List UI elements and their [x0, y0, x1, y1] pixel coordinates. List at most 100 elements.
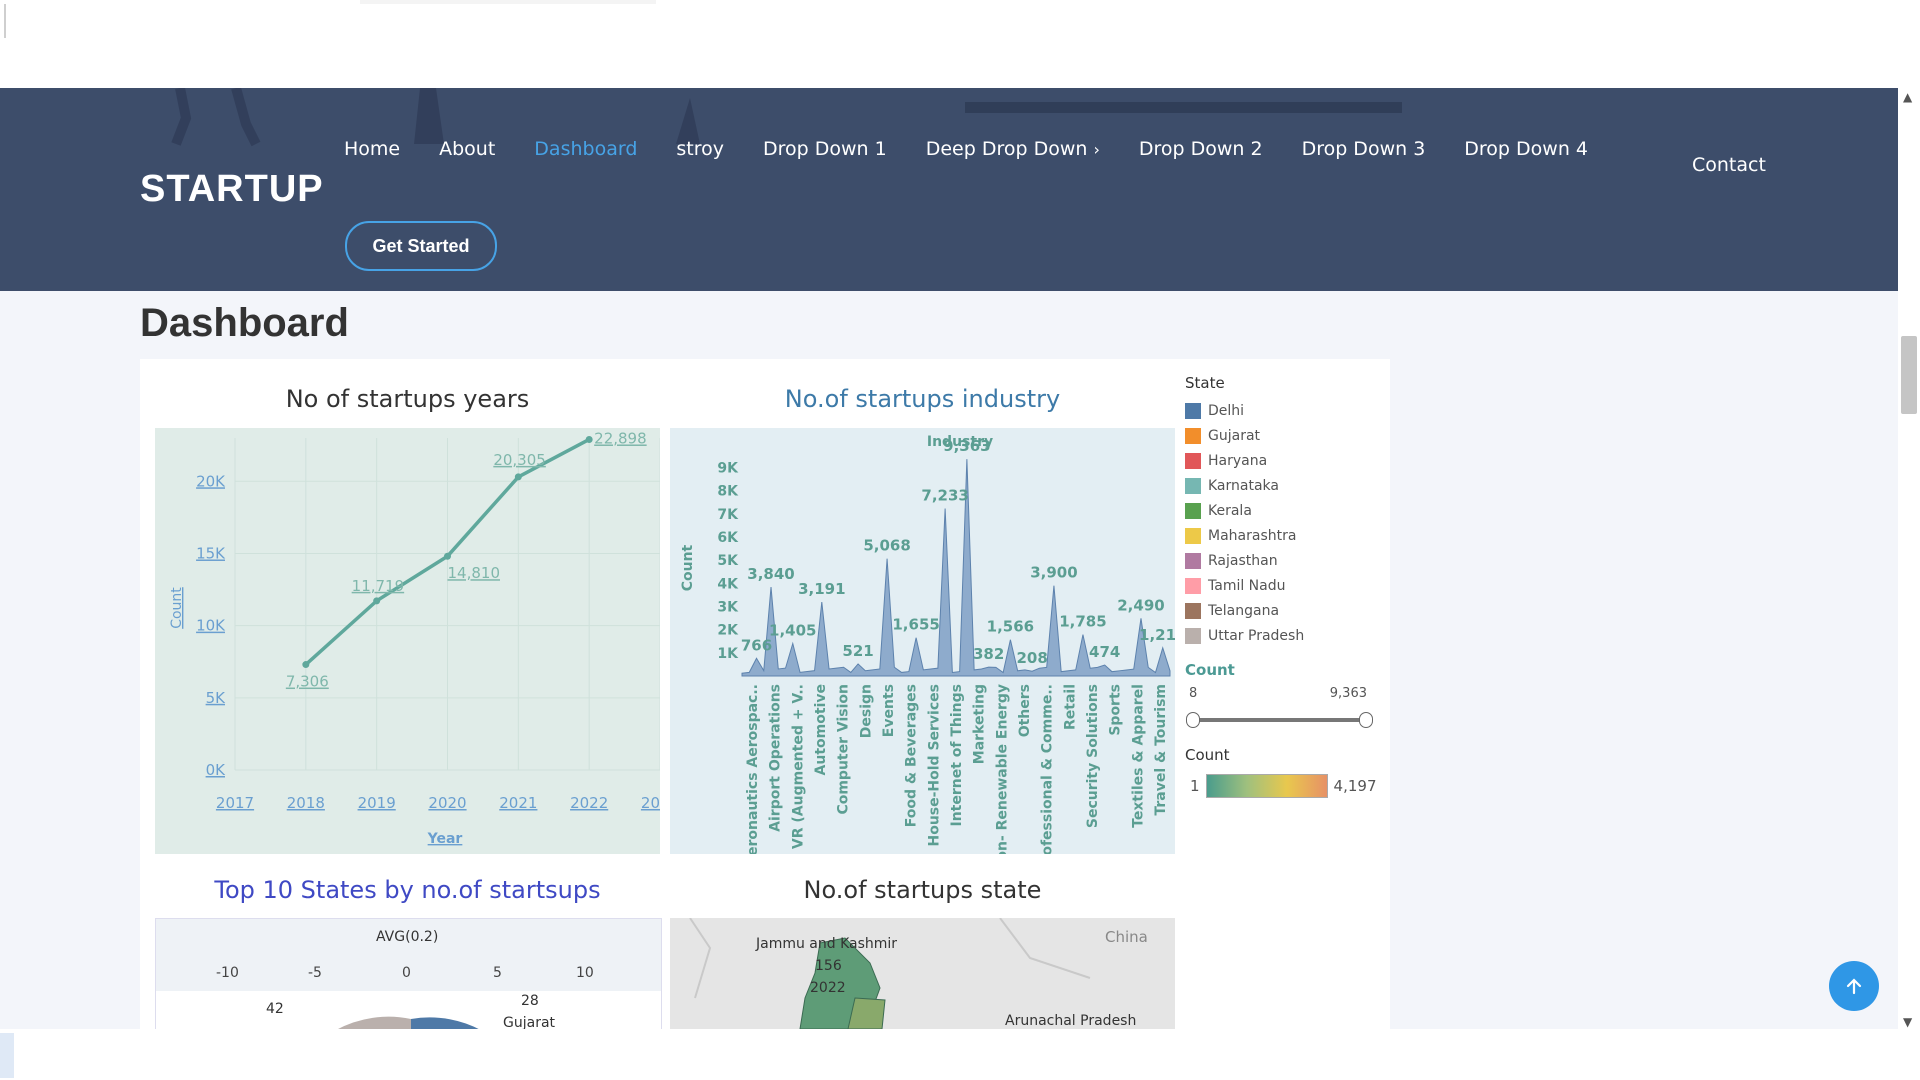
x-axis-title: Year — [427, 831, 463, 847]
x-tick-label: 2017 — [216, 794, 254, 812]
data-label: 5,068 — [863, 537, 910, 555]
nav-drop-down-2[interactable]: Drop Down 2 — [1139, 138, 1263, 160]
legend-swatch — [1185, 427, 1201, 444]
legend-item[interactable]: Gujarat — [1185, 423, 1304, 448]
data-label: 9,363 — [943, 437, 990, 455]
nav-drop-down-3[interactable]: Drop Down 3 — [1302, 138, 1426, 160]
nav-drop-down-4[interactable]: Drop Down 4 — [1464, 138, 1588, 160]
legend-item[interactable]: Rajasthan — [1185, 548, 1304, 573]
frame-edge — [4, 4, 6, 38]
legend-label: Telangana — [1208, 602, 1280, 619]
legend-item[interactable]: Maharashtra — [1185, 523, 1304, 548]
nav-deep-drop-down-label: Deep Drop Down — [925, 138, 1088, 160]
nav-stroy[interactable]: stroy — [676, 138, 724, 160]
count-range-slider[interactable]: 8 9,363 — [1185, 686, 1375, 728]
x-tick-label: 2020 — [428, 794, 466, 812]
page-scrollbar[interactable]: ▲ ▼ — [1898, 88, 1920, 1029]
x-tick-label: House-Hold Services — [926, 684, 942, 847]
industry-area-svg: IndustryCount1K2K3K4K5K6K7K8K9K7663,8401… — [680, 434, 1175, 854]
brand-logo[interactable]: STARTUP — [140, 168, 324, 211]
back-to-top-button[interactable] — [1829, 961, 1879, 1011]
legend-item[interactable]: Tamil Nadu — [1185, 573, 1304, 598]
legend-label: Gujarat — [1208, 427, 1261, 444]
scroll-up-arrow-icon[interactable]: ▲ — [1903, 90, 1912, 104]
color-scale-min: 1 — [1190, 777, 1200, 795]
data-label: 474 — [1089, 643, 1120, 661]
y-tick-label: 20K — [196, 472, 226, 490]
color-scale-max: 4,197 — [1333, 777, 1377, 795]
legend-item[interactable]: Delhi — [1185, 398, 1304, 423]
data-point — [444, 552, 451, 560]
data-label: 521 — [842, 642, 873, 660]
legend-swatch — [1185, 477, 1201, 494]
data-label: 1,655 — [892, 616, 939, 634]
legend-label: Haryana — [1208, 452, 1268, 469]
slider-max-label: 9,363 — [1329, 686, 1367, 701]
state-legend: State Delhi Gujarat Haryana Karnataka Kerala… — [1185, 374, 1304, 648]
state-map[interactable]: Jammu and Kashmir 156 2022 China Arunach… — [670, 918, 1175, 1029]
nav-contact[interactable]: Contact — [1692, 154, 1766, 176]
scroll-down-arrow-icon[interactable]: ▼ — [1903, 1015, 1912, 1029]
data-label: 1,405 — [769, 621, 816, 639]
industry-chart-title[interactable]: No.of startups industry — [670, 385, 1175, 413]
y-tick-label: 4K — [717, 576, 739, 592]
industry-area-chart[interactable]: Industry Count 1K 2K 3K 4K 5K 6K 7K 8K 9K 766 3,840 1… — [670, 428, 1175, 854]
nav-home[interactable]: Home — [344, 138, 400, 160]
legend-item[interactable]: Uttar Pradesh — [1185, 623, 1304, 648]
arrow-up-icon — [1846, 978, 1862, 995]
main-nav: Home About Dashboard stroy Drop Down 1 D… — [344, 138, 1627, 160]
x-tick-label: Computer Vision — [836, 684, 852, 815]
data-label: 766 — [741, 636, 772, 654]
top-states-title[interactable]: Top 10 States by no.of startsups — [155, 876, 660, 904]
years-chart-title: No of startups years — [285, 385, 530, 413]
legend-swatch — [1185, 577, 1201, 594]
data-label: 14,810 — [448, 564, 501, 582]
data-label: 1,785 — [1059, 613, 1106, 631]
legend-item[interactable]: Kerala — [1185, 498, 1304, 523]
x-tick-label: Others — [1017, 684, 1033, 737]
data-point — [514, 473, 522, 481]
legend-label: Maharashtra — [1208, 527, 1297, 544]
legend-swatch — [1185, 627, 1201, 644]
get-started-button[interactable]: Get Started — [345, 221, 497, 271]
map-label-region1: Jammu and Kashmir — [756, 936, 898, 952]
x-tick-label: Non- Renewable Energy — [994, 684, 1010, 854]
data-label: 7,233 — [921, 486, 968, 504]
years-line-chart[interactable]: 0K 5K 10K 15K 20K 2017 2018 2019 2020 2021 2022 202… — [155, 428, 660, 854]
legend-item[interactable]: Karnataka — [1185, 473, 1304, 498]
page-title: Dashboard — [140, 301, 349, 345]
y-axis-title: Count — [169, 587, 185, 629]
nav-about[interactable]: About — [439, 138, 495, 160]
x-tick-label: Sports — [1108, 684, 1124, 736]
browser-top-strip — [0, 0, 1920, 88]
site-header: STARTUP Home About Dashboard stroy Drop … — [0, 88, 1898, 291]
y-tick-label: 1K — [717, 646, 739, 662]
data-label: 2,490 — [1117, 596, 1164, 614]
legend-title: State — [1185, 374, 1225, 392]
browser-bottom-strip — [0, 1029, 1920, 1080]
slider-handle-min[interactable] — [1186, 712, 1200, 728]
nav-dashboard[interactable]: Dashboard — [534, 138, 637, 160]
data-label: 208 — [1017, 649, 1048, 667]
data-label: 1,566 — [987, 618, 1034, 636]
legend-item[interactable]: Telangana — [1185, 598, 1304, 623]
data-label: 3,840 — [747, 565, 794, 583]
nav-deep-drop-down[interactable]: Deep Drop Down › — [926, 138, 1100, 160]
y-tick-label: 5K — [206, 689, 227, 707]
data-point — [585, 435, 593, 443]
scrollbar-thumb[interactable] — [1901, 336, 1917, 414]
legend-item[interactable]: Haryana — [1185, 448, 1304, 473]
x-tick-label: AR VR (Augmented + V.. — [790, 684, 806, 854]
slider-handle-max[interactable] — [1359, 712, 1373, 728]
x-tick-label: Internet of Things — [949, 684, 965, 827]
count-filter-title: Count — [1185, 661, 1235, 679]
y-tick-label: 2K — [717, 623, 739, 639]
legend-swatch — [1185, 452, 1201, 469]
x-tick-label: Design — [858, 684, 874, 738]
y-tick-label: 15K — [196, 544, 226, 562]
nav-drop-down-1[interactable]: Drop Down 1 — [763, 138, 887, 160]
slider-track — [1193, 718, 1365, 722]
top-states-pie[interactable]: AVG(0.2) -10 -5 0 5 10 42 28 Gujarat — [155, 918, 662, 1031]
x-tick-label: Airport Operations — [768, 684, 784, 832]
data-label: 382 — [973, 645, 1004, 663]
